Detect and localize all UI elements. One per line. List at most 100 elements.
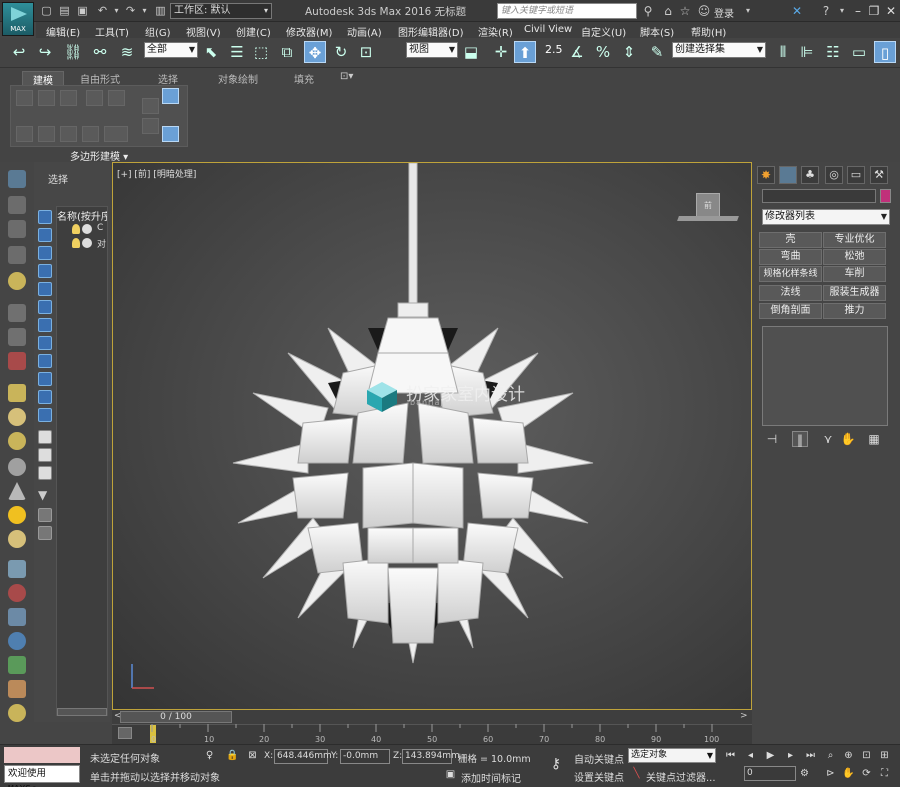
display-cameras-icon[interactable] bbox=[38, 282, 52, 296]
maximize-viewport-icon[interactable]: ⛶ bbox=[878, 767, 891, 780]
redo-dropdown-icon[interactable]: ▾ bbox=[138, 4, 151, 17]
sphere-primitive-icon[interactable] bbox=[8, 408, 26, 426]
select-object-icon[interactable]: ⬉ bbox=[200, 41, 222, 63]
ribbon-generate-topology-icon[interactable] bbox=[142, 98, 159, 114]
field-of-view-icon[interactable]: ⊳ bbox=[824, 767, 837, 780]
display-spacewarps-icon[interactable] bbox=[38, 318, 52, 332]
curve-editor-toggle-icon[interactable] bbox=[118, 727, 132, 739]
undo-icon[interactable]: ↩ bbox=[8, 41, 30, 63]
selection-filter-dropdown[interactable]: 全部 ▼ bbox=[144, 42, 198, 58]
pivot-center-icon[interactable]: ⬓ bbox=[460, 41, 482, 63]
teapot-primitive-icon[interactable] bbox=[8, 458, 26, 476]
modifier-lathe-button[interactable]: 车削 bbox=[823, 266, 886, 282]
menu-rendering[interactable]: 渲染(R) bbox=[478, 24, 513, 39]
menu-civil-view[interactable]: Civil View bbox=[524, 24, 572, 35]
modifier-prooptimizer-button[interactable]: 专业优化 bbox=[823, 232, 886, 248]
remove-modifier-icon[interactable]: ✋ bbox=[840, 431, 856, 447]
display-tab-icon[interactable]: ▭ bbox=[847, 166, 865, 184]
menu-views[interactable]: 视图(V) bbox=[186, 24, 221, 39]
toggle-ribbon-icon[interactable]: ▭ bbox=[848, 41, 870, 63]
angle-snap-icon[interactable]: ∡ bbox=[566, 41, 588, 63]
layer-manager-icon[interactable]: ☷ bbox=[822, 41, 844, 63]
ribbon-tab-object-paint[interactable]: 对象绘制 bbox=[218, 71, 258, 86]
key-filters-icon[interactable]: ╲ bbox=[630, 767, 643, 780]
y-coord-field[interactable]: -0.0mm bbox=[340, 749, 390, 764]
hair-fur-icon[interactable] bbox=[8, 680, 26, 698]
key-filters-button[interactable]: 关键点过滤器... bbox=[646, 769, 716, 784]
light-bulb-icon[interactable] bbox=[72, 224, 80, 234]
ribbon-show-end-icon[interactable] bbox=[82, 126, 99, 142]
layer-explorer-icon[interactable] bbox=[38, 526, 52, 540]
select-and-rotate-icon[interactable]: ↻ bbox=[330, 41, 352, 63]
ribbon-vertex-icon[interactable] bbox=[38, 90, 55, 106]
spacewarp-icon[interactable] bbox=[8, 608, 26, 626]
display-lights-icon[interactable] bbox=[38, 264, 52, 278]
app-logo-button[interactable]: MAX bbox=[2, 2, 34, 36]
set-key-icon[interactable]: ⚷ bbox=[545, 756, 567, 772]
front-viewport[interactable] bbox=[112, 162, 752, 710]
render-toggle-icon[interactable] bbox=[82, 224, 92, 234]
render-icon[interactable] bbox=[8, 352, 26, 370]
viewport-label[interactable]: [+] [前] [明暗处理] bbox=[117, 167, 196, 180]
ribbon-subobject-toggle-icon[interactable] bbox=[162, 88, 179, 104]
render-frame-icon[interactable] bbox=[8, 196, 26, 214]
ribbon-modify-mode-icon[interactable] bbox=[38, 126, 55, 142]
modifier-garment-maker-button[interactable]: 服装生成器 bbox=[823, 285, 886, 301]
zoom-all-icon[interactable]: ⊕ bbox=[842, 749, 855, 762]
ribbon-collapse-stack-icon[interactable] bbox=[16, 126, 33, 142]
menu-scripting[interactable]: 脚本(S) bbox=[640, 24, 674, 39]
pin-stack-icon[interactable]: ⊣ bbox=[764, 431, 780, 447]
camera-icon[interactable] bbox=[8, 304, 26, 322]
hierarchy-tab-icon[interactable]: ♣ bbox=[801, 166, 819, 184]
explorer-select-label[interactable]: 选择 bbox=[48, 171, 68, 186]
ribbon-options-icon[interactable]: ⊡▾ bbox=[340, 71, 353, 82]
ribbon-repeat-icon[interactable] bbox=[104, 126, 128, 142]
torus-primitive-icon[interactable] bbox=[8, 432, 26, 450]
modifier-normalize-spline-button[interactable]: 规格化样条线 bbox=[759, 266, 822, 282]
cloth-icon[interactable] bbox=[8, 704, 26, 722]
rectangular-selection-icon[interactable]: ⬚ bbox=[250, 41, 272, 63]
isolate-selection-icon[interactable]: ♀ bbox=[203, 749, 216, 762]
orbit-icon[interactable]: ⟳ bbox=[860, 767, 873, 780]
display-all-icon[interactable] bbox=[38, 430, 52, 444]
explorer-row-label[interactable]: 对 bbox=[97, 237, 106, 250]
modifier-stack[interactable] bbox=[762, 326, 888, 426]
show-end-result-icon[interactable]: ‖ bbox=[792, 431, 808, 447]
go-to-start-icon[interactable]: ⏮ bbox=[724, 749, 737, 762]
menu-create[interactable]: 创建(C) bbox=[236, 24, 271, 39]
exchange-icon[interactable]: ✕ bbox=[790, 4, 804, 18]
object-color-swatch[interactable] bbox=[880, 189, 891, 203]
menu-group[interactable]: 组(G) bbox=[145, 24, 171, 39]
zoom-extents-icon[interactable]: ⊡ bbox=[860, 749, 873, 762]
user-icon[interactable]: ☺ bbox=[697, 4, 711, 18]
pan-hand-icon[interactable]: ✋ bbox=[842, 767, 855, 780]
teapot-icon[interactable] bbox=[8, 170, 26, 188]
ribbon-edge-icon[interactable] bbox=[60, 90, 77, 106]
redo-icon[interactable]: ↷ bbox=[124, 4, 137, 17]
modifier-list-dropdown[interactable]: 修改器列表 ▼ bbox=[762, 209, 890, 225]
render-setup-icon[interactable] bbox=[8, 220, 26, 238]
mirror-icon[interactable]: ⫴ bbox=[772, 41, 794, 63]
menu-graph-editors[interactable]: 图形编辑器(D) bbox=[398, 24, 464, 39]
undo-dropdown-icon[interactable]: ▾ bbox=[110, 4, 123, 17]
display-invert-icon[interactable] bbox=[38, 466, 52, 480]
modifier-bend-button[interactable]: 弯曲 bbox=[759, 249, 822, 265]
ribbon-polygon-icon[interactable] bbox=[86, 90, 103, 106]
favorites-star-icon[interactable]: ☆ bbox=[678, 4, 692, 18]
next-frame-icon[interactable]: ▸ bbox=[784, 749, 797, 762]
menu-animation[interactable]: 动画(A) bbox=[347, 24, 382, 39]
set-key-button[interactable]: 设置关键点 bbox=[574, 769, 624, 784]
selection-lock-icon[interactable]: 🔒 bbox=[226, 749, 239, 762]
ribbon-tab-selection[interactable]: 选择 bbox=[158, 71, 178, 86]
menu-edit[interactable]: 编辑(E) bbox=[46, 24, 80, 39]
modifier-push-button[interactable]: 推力 bbox=[823, 303, 886, 319]
box-primitive-icon[interactable] bbox=[8, 384, 26, 402]
motion-tab-icon[interactable]: ◎ bbox=[825, 166, 843, 184]
keyboard-shortcut-override-icon[interactable]: ⬆ bbox=[514, 41, 536, 63]
go-to-end-icon[interactable]: ⏭ bbox=[804, 749, 817, 762]
foliage-icon[interactable] bbox=[8, 656, 26, 674]
time-next-icon[interactable]: > bbox=[740, 711, 748, 721]
menu-customize[interactable]: 自定义(U) bbox=[581, 24, 626, 39]
snaps-toggle[interactable]: 2.5 bbox=[545, 43, 563, 56]
close-button[interactable]: ✕ bbox=[879, 2, 900, 20]
